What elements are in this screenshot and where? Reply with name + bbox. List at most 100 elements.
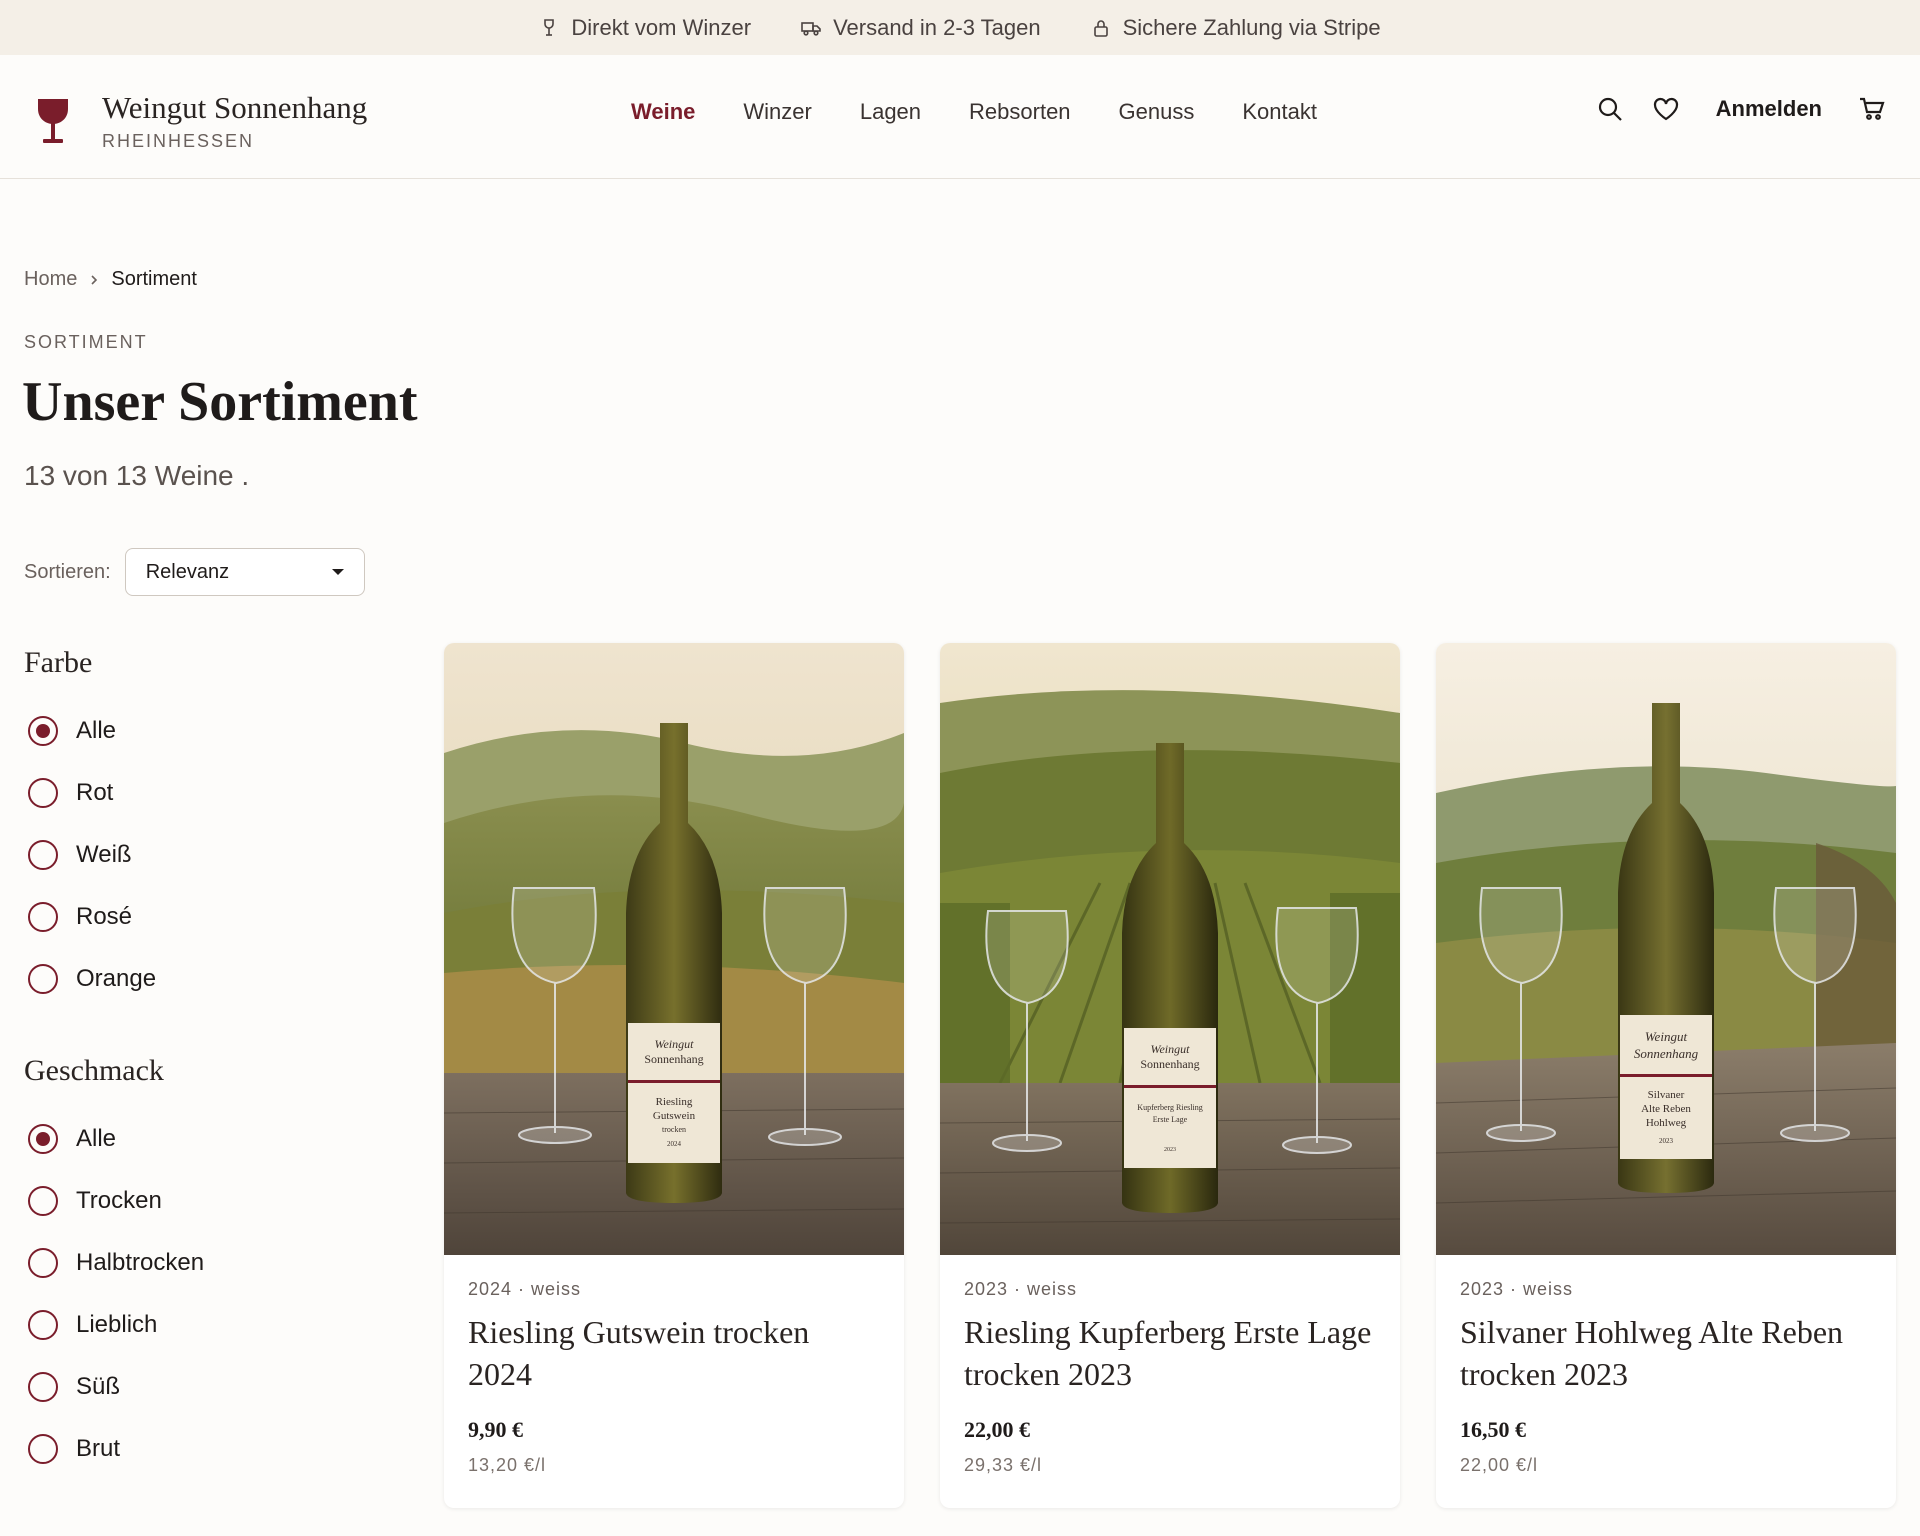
search-icon[interactable] [1596, 95, 1624, 123]
trust-bar: Direkt vom Winzer Versand in 2-3 Tagen S… [0, 0, 1920, 55]
logo[interactable]: Weingut Sonnenhang RHEINHESSEN [34, 90, 368, 152]
radio-label: Orange [76, 965, 157, 992]
radio-option-alle[interactable]: Alle [24, 700, 156, 762]
bottle-label-text: Weingut [655, 1037, 695, 1051]
radio-option-weiss[interactable]: Weiß [24, 824, 156, 886]
caret-down-icon [331, 569, 344, 575]
nav-item-kontakt[interactable]: Kontakt [1242, 99, 1317, 125]
bottle-label-text: Weingut [1151, 1042, 1191, 1056]
wine-scene-illustration: Weingut Sonnenhang Silvaner Alte Reben H… [1436, 643, 1896, 1255]
radio-button[interactable] [28, 1186, 58, 1216]
section-eyebrow: SORTIMENT [24, 332, 148, 352]
wine-glass-icon [544, 18, 555, 36]
breadcrumb-current: Sortiment [111, 268, 197, 290]
radio-button[interactable] [28, 1372, 58, 1402]
product-image[interactable]: Weingut Sonnenhang Kupferberg Riesling E… [940, 643, 1400, 1255]
trust-item-winzer: Direkt vom Winzer [539, 15, 751, 41]
product-price: 22,00 € [964, 1417, 1030, 1443]
cart-icon[interactable] [1858, 95, 1886, 123]
brand-region: RHEINHESSEN [102, 131, 255, 152]
bottle-label-text: Weingut [1645, 1029, 1688, 1044]
product-price: 9,90 € [468, 1417, 523, 1443]
bottle-label-text: Alte Reben [1641, 1103, 1691, 1115]
radio-label: Rosé [76, 903, 133, 930]
bottle-label-text: Hohlweg [1646, 1117, 1687, 1129]
radio-option-orange[interactable]: Orange [24, 948, 156, 1010]
product-unit-price: 13,20 €/l [468, 1455, 547, 1476]
nav-item-weine[interactable]: Weine [631, 99, 695, 125]
product-price: 16,50 € [1460, 1417, 1526, 1443]
nav-item-rebsorten[interactable]: Rebsorten [969, 99, 1071, 125]
main-nav: Weine Winzer Lagen Rebsorten Genuss Kont… [631, 99, 1317, 125]
nav-item-winzer[interactable]: Winzer [743, 99, 811, 125]
radio-label: Lieblich [76, 1311, 158, 1338]
radio-option-lieblich[interactable]: Lieblich [24, 1294, 204, 1356]
product-card[interactable]: Weingut Sonnenhang Silvaner Alte Reben H… [1436, 643, 1896, 1508]
radio-option-suess[interactable]: Süß [24, 1356, 204, 1418]
radio-option-alle[interactable]: Alle [24, 1108, 204, 1170]
product-name[interactable]: Riesling Kupferberg Erste Lage trocken 2… [964, 1312, 1376, 1395]
header-actions: Anmelden [1596, 95, 1886, 123]
radio-button[interactable] [28, 964, 58, 994]
product-image[interactable]: Weingut Sonnenhang Silvaner Alte Reben H… [1436, 643, 1896, 1255]
radio-option-rot[interactable]: Rot [24, 762, 156, 824]
trust-label: Direkt vom Winzer [571, 14, 752, 40]
wine-scene-illustration: Weingut Sonnenhang Kupferberg Riesling E… [940, 643, 1400, 1255]
heart-icon[interactable] [1652, 95, 1680, 123]
radio-button[interactable] [28, 778, 58, 808]
bottle-label-text: Sonnenhang [1634, 1046, 1699, 1061]
nav-item-genuss[interactable]: Genuss [1119, 99, 1195, 125]
product-meta: 2023 · weiss [964, 1279, 1078, 1299]
result-count: 13 von 13 Weine . [24, 460, 250, 491]
truck-icon [801, 21, 821, 36]
bottle-label-text: Silvaner [1648, 1089, 1685, 1101]
radio-label: Süß [76, 1373, 121, 1400]
radio-button[interactable] [28, 1310, 58, 1340]
wine-scene-illustration: Weingut Sonnenhang Riesling Gutswein tro… [444, 643, 904, 1255]
product-unit-price: 22,00 €/l [1460, 1455, 1539, 1476]
sort-select[interactable]: Relevanz [124, 548, 365, 596]
lock-icon [1093, 19, 1108, 37]
radio-button[interactable] [28, 1434, 58, 1464]
radio-option-brut[interactable]: Brut [24, 1418, 204, 1480]
filter-geschmack: Geschmack Alle Trocken Halbtrocken Liebl… [24, 1054, 204, 1480]
radio-label: Weiß [76, 841, 132, 868]
bottle-label-text: Erste Lage [1153, 1115, 1188, 1124]
bottle-label-text: Riesling [656, 1096, 693, 1108]
radio-button[interactable] [28, 1248, 58, 1278]
radio-button[interactable] [28, 902, 58, 932]
breadcrumb-home[interactable]: Home [24, 268, 77, 291]
sort-label: Sortieren: [24, 560, 111, 583]
brand-name: Weingut Sonnenhang [102, 90, 368, 125]
radio-option-rose[interactable]: Rosé [24, 886, 156, 948]
sort-control: Sortieren: Relevanz [24, 548, 365, 596]
radio-option-trocken[interactable]: Trocken [24, 1170, 204, 1232]
product-card[interactable]: Weingut Sonnenhang Kupferberg Riesling E… [940, 643, 1400, 1508]
product-name[interactable]: Silvaner Hohlweg Alte Reben trocken 2023 [1460, 1312, 1872, 1395]
nav-item-lagen[interactable]: Lagen [860, 99, 921, 125]
product-name[interactable]: Riesling Gutswein trocken 2024 [468, 1312, 880, 1395]
radio-option-halbtrocken[interactable]: Halbtrocken [24, 1232, 204, 1294]
trust-item-zahlung: Sichere Zahlung via Stripe [1091, 15, 1381, 41]
site-header: Weingut Sonnenhang RHEINHESSEN Weine Win… [0, 55, 1920, 179]
bottle-label-text: Kupferberg Riesling [1137, 1103, 1202, 1112]
filter-title-geschmack: Geschmack [24, 1054, 164, 1087]
wine-glass-logo-icon [38, 98, 68, 143]
breadcrumb: Home Sortiment [24, 268, 197, 291]
radio-label: Alle [76, 1125, 117, 1152]
bottle-label-text: 2024 [667, 1140, 682, 1148]
radio-button[interactable] [28, 1124, 58, 1154]
radio-button[interactable] [28, 840, 58, 870]
login-link[interactable]: Anmelden [1716, 96, 1822, 122]
page-title: Unser Sortiment [22, 371, 418, 433]
bottle-label-text: trocken [662, 1125, 686, 1134]
radio-label: Alle [76, 717, 117, 744]
product-meta: 2024 · weiss [468, 1279, 582, 1299]
sort-value: Relevanz [145, 560, 230, 583]
trust-item-versand: Versand in 2-3 Tagen [801, 15, 1041, 41]
product-card[interactable]: Weingut Sonnenhang Riesling Gutswein tro… [444, 643, 904, 1508]
product-image[interactable]: Weingut Sonnenhang Riesling Gutswein tro… [444, 643, 904, 1255]
radio-button[interactable] [28, 716, 58, 746]
filter-title-farbe: Farbe [24, 646, 93, 679]
trust-label: Sichere Zahlung via Stripe [1122, 14, 1381, 40]
